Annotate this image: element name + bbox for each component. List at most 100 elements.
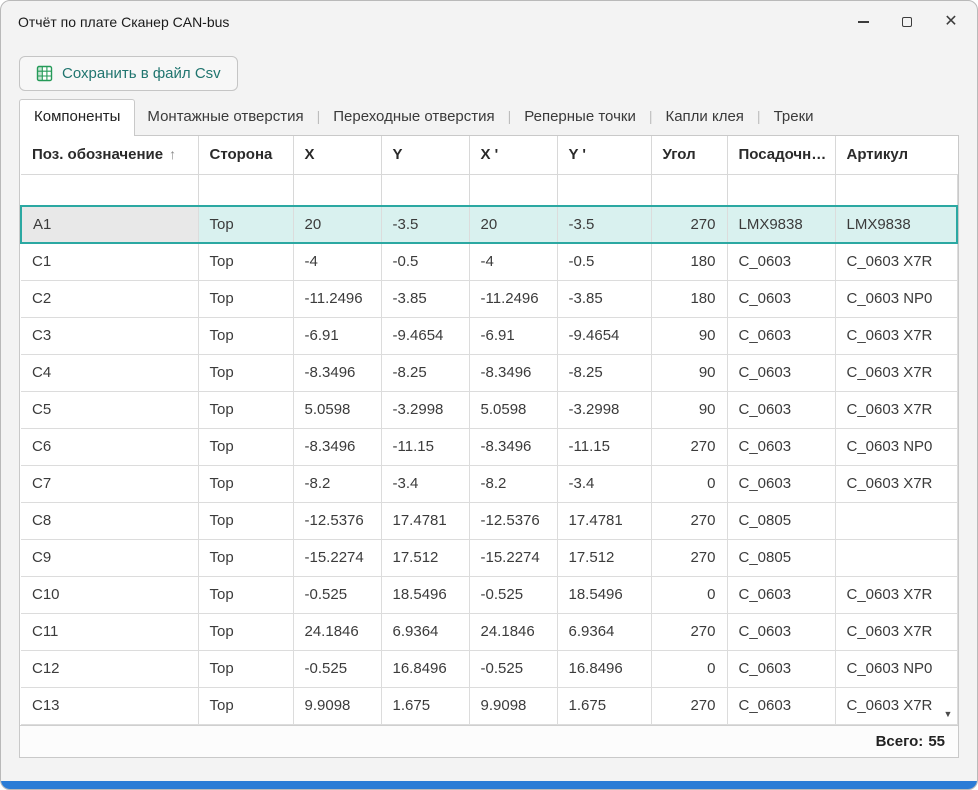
- table-row[interactable]: C12Top-0.52516.8496-0.52516.84960C_0603C…: [21, 650, 957, 687]
- table-row[interactable]: C1Top-4-0.5-4-0.5180C_0603C_0603 X7R: [21, 243, 957, 280]
- table-cell[interactable]: C_0805: [727, 502, 835, 539]
- table-cell[interactable]: 5.0598: [469, 391, 557, 428]
- tab-glue-dots[interactable]: Капли клея: [653, 100, 755, 135]
- table-cell[interactable]: 90: [651, 354, 727, 391]
- table-cell[interactable]: -12.5376: [469, 502, 557, 539]
- minimize-button[interactable]: [841, 1, 885, 43]
- table-cell[interactable]: -8.25: [557, 354, 651, 391]
- table-row[interactable]: C13Top9.90981.6759.90981.675270C_0603C_0…: [21, 687, 957, 724]
- table-cell[interactable]: -3.5: [557, 206, 651, 243]
- table-cell[interactable]: C_0603 NP0: [835, 280, 957, 317]
- table-cell[interactable]: -8.3496: [469, 428, 557, 465]
- table-cell[interactable]: C_0603 X7R: [835, 465, 957, 502]
- tab-mounting-holes[interactable]: Монтажные отверстия: [135, 100, 315, 135]
- table-cell[interactable]: 270: [651, 206, 727, 243]
- table-cell[interactable]: C11: [21, 613, 198, 650]
- table-cell[interactable]: C_0603 X7R: [835, 687, 957, 724]
- filter-input-side[interactable]: [199, 175, 293, 206]
- column-header-x-prime[interactable]: X ': [469, 136, 557, 174]
- table-cell[interactable]: C_0603 X7R: [835, 243, 957, 280]
- table-cell[interactable]: LMX9838: [835, 206, 957, 243]
- save-csv-button[interactable]: Сохранить в файл Csv: [19, 56, 238, 91]
- table-cell[interactable]: 18.5496: [557, 576, 651, 613]
- table-cell[interactable]: 20: [293, 206, 381, 243]
- table-cell[interactable]: -11.15: [381, 428, 469, 465]
- table-cell[interactable]: -3.85: [381, 280, 469, 317]
- table-cell[interactable]: C9: [21, 539, 198, 576]
- table-cell[interactable]: -0.525: [293, 650, 381, 687]
- table-cell[interactable]: 16.8496: [381, 650, 469, 687]
- table-cell[interactable]: -11.2496: [469, 280, 557, 317]
- filter-input-footprint[interactable]: [728, 175, 835, 206]
- table-cell[interactable]: C8: [21, 502, 198, 539]
- table-cell[interactable]: -0.525: [293, 576, 381, 613]
- table-cell[interactable]: -3.4: [557, 465, 651, 502]
- table-cell[interactable]: C_0603: [727, 687, 835, 724]
- table-cell[interactable]: 270: [651, 613, 727, 650]
- close-button[interactable]: ✕: [929, 1, 973, 43]
- table-cell[interactable]: C_0603 NP0: [835, 650, 957, 687]
- table-cell[interactable]: C6: [21, 428, 198, 465]
- table-cell[interactable]: -11.15: [557, 428, 651, 465]
- table-cell[interactable]: -0.5: [557, 243, 651, 280]
- table-cell[interactable]: 24.1846: [293, 613, 381, 650]
- table-cell[interactable]: 180: [651, 243, 727, 280]
- column-header-designator[interactable]: Поз. обозначение↑: [21, 136, 198, 174]
- table-cell[interactable]: 90: [651, 391, 727, 428]
- filter-input-angle[interactable]: [652, 175, 727, 206]
- column-header-part-number[interactable]: Артикул: [835, 136, 957, 174]
- table-cell[interactable]: -3.2998: [557, 391, 651, 428]
- table-cell[interactable]: Top: [198, 391, 293, 428]
- table-cell[interactable]: -8.3496: [293, 428, 381, 465]
- column-header-angle[interactable]: Угол: [651, 136, 727, 174]
- filter-input-y-prime[interactable]: [558, 175, 651, 206]
- table-cell[interactable]: C4: [21, 354, 198, 391]
- table-row[interactable]: C5Top5.0598-3.29985.0598-3.299890C_0603C…: [21, 391, 957, 428]
- filter-input-part-number[interactable]: [836, 175, 957, 206]
- table-cell[interactable]: -3.2998: [381, 391, 469, 428]
- table-cell[interactable]: [835, 539, 957, 576]
- table-cell[interactable]: -0.525: [469, 576, 557, 613]
- table-cell[interactable]: Top: [198, 576, 293, 613]
- table-cell[interactable]: -15.2274: [469, 539, 557, 576]
- table-cell[interactable]: Top: [198, 465, 293, 502]
- table-cell[interactable]: 270: [651, 428, 727, 465]
- table-cell[interactable]: -9.4654: [557, 317, 651, 354]
- table-cell[interactable]: C_0603: [727, 280, 835, 317]
- table-cell[interactable]: 0: [651, 465, 727, 502]
- table-row[interactable]: C2Top-11.2496-3.85-11.2496-3.85180C_0603…: [21, 280, 957, 317]
- table-row[interactable]: C4Top-8.3496-8.25-8.3496-8.2590C_0603C_0…: [21, 354, 957, 391]
- table-cell[interactable]: C_0603 X7R: [835, 317, 957, 354]
- table-cell[interactable]: -9.4654: [381, 317, 469, 354]
- table-cell[interactable]: -8.3496: [469, 354, 557, 391]
- table-cell[interactable]: 270: [651, 502, 727, 539]
- table-cell[interactable]: -6.91: [293, 317, 381, 354]
- table-cell[interactable]: C_0603: [727, 428, 835, 465]
- table-cell[interactable]: 270: [651, 687, 727, 724]
- table-row[interactable]: C8Top-12.537617.4781-12.537617.4781270C_…: [21, 502, 957, 539]
- tab-components[interactable]: Компоненты: [19, 99, 135, 136]
- table-cell[interactable]: C_0603 X7R: [835, 354, 957, 391]
- maximize-button[interactable]: [885, 1, 929, 43]
- table-cell[interactable]: LMX9838: [727, 206, 835, 243]
- table-cell[interactable]: C_0603: [727, 613, 835, 650]
- table-cell[interactable]: C2: [21, 280, 198, 317]
- table-cell[interactable]: 17.4781: [381, 502, 469, 539]
- table-row[interactable]: C3Top-6.91-9.4654-6.91-9.465490C_0603C_0…: [21, 317, 957, 354]
- table-cell[interactable]: 24.1846: [469, 613, 557, 650]
- table-cell[interactable]: C_0603 X7R: [835, 613, 957, 650]
- table-row[interactable]: C10Top-0.52518.5496-0.52518.54960C_0603C…: [21, 576, 957, 613]
- table-cell[interactable]: Top: [198, 354, 293, 391]
- table-cell[interactable]: 6.9364: [557, 613, 651, 650]
- filter-input-y[interactable]: [382, 175, 469, 206]
- table-cell[interactable]: 17.512: [381, 539, 469, 576]
- table-cell[interactable]: 0: [651, 576, 727, 613]
- table-cell[interactable]: C_0603: [727, 243, 835, 280]
- table-cell[interactable]: Top: [198, 280, 293, 317]
- column-header-y[interactable]: Y: [381, 136, 469, 174]
- table-cell[interactable]: C_0603 X7R: [835, 576, 957, 613]
- table-cell[interactable]: 270: [651, 539, 727, 576]
- table-cell[interactable]: Top: [198, 206, 293, 243]
- table-cell[interactable]: -0.525: [469, 650, 557, 687]
- table-cell[interactable]: Top: [198, 650, 293, 687]
